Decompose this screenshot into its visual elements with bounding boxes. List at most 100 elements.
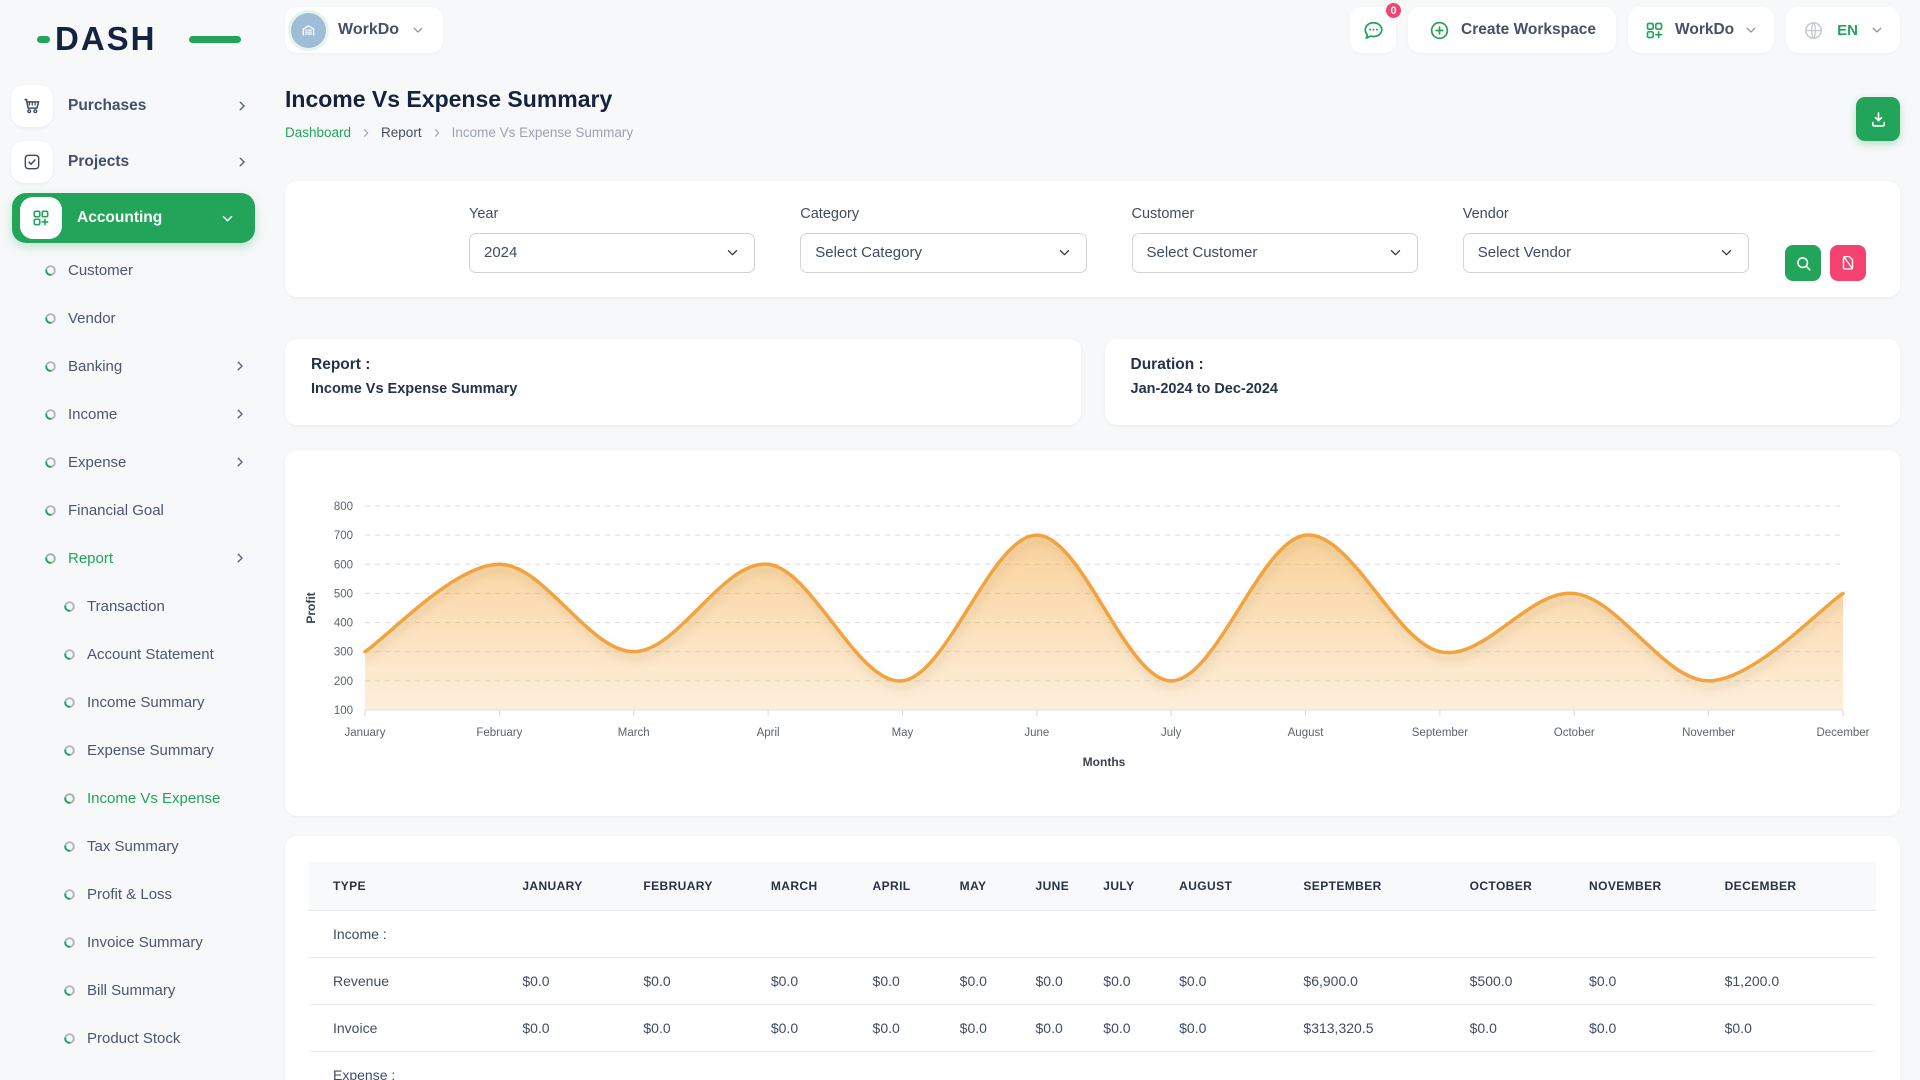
sidebar-item-cash-flow[interactable]: Cash Flow: [0, 1062, 285, 1080]
sidebar-top-items: PurchasesProjects: [0, 78, 285, 190]
sidebar-item-banking[interactable]: Banking: [0, 342, 285, 390]
table-head: TYPEJANUARYFEBRUARYMARCHAPRILMAYJUNEJULY…: [309, 862, 1876, 911]
filter-label: Year: [469, 206, 755, 222]
sidebar-item-purchases[interactable]: Purchases: [0, 78, 285, 134]
cell-value: $0.0: [512, 958, 633, 1005]
cell-value: $500.0: [1460, 958, 1579, 1005]
create-workspace-label: Create Workspace: [1461, 21, 1596, 39]
language-selector[interactable]: EN: [1786, 7, 1900, 53]
year-select[interactable]: 2024: [469, 233, 755, 273]
svg-text:600: 600: [334, 559, 353, 571]
selected-value: 2024: [484, 244, 517, 261]
breadcrumb-item-dashboard[interactable]: Dashboard: [285, 125, 351, 140]
sidebar-item-tax-summary[interactable]: Tax Summary: [0, 822, 285, 870]
cell-value: $0.0: [863, 958, 950, 1005]
file-slash-icon: [1839, 254, 1857, 272]
svg-text:April: April: [757, 727, 780, 739]
download-icon: [1868, 109, 1889, 130]
sidebar-item-label: Profit & Loss: [87, 886, 172, 903]
svg-text:November: November: [1682, 727, 1735, 739]
sidebar-item-product-stock[interactable]: Product Stock: [0, 1014, 285, 1062]
filter-label: Vendor: [1463, 206, 1749, 222]
logo-dash: [189, 36, 241, 43]
chevron-down-icon: [1057, 245, 1072, 260]
create-workspace-button[interactable]: Create Workspace: [1408, 7, 1616, 53]
app-logo[interactable]: DASH: [55, 20, 215, 60]
sidebar-item-label: Tax Summary: [87, 838, 179, 855]
sidebar-item-financial-goal[interactable]: Financial Goal: [0, 486, 285, 534]
sidebar-item-customer[interactable]: Customer: [0, 246, 285, 294]
donut-bullet-icon: [63, 1032, 76, 1045]
selected-value: Select Customer: [1147, 244, 1258, 261]
vendor-select[interactable]: Select Vendor: [1463, 233, 1749, 273]
profit-chart: 100200300400500600700800JanuaryFebruaryM…: [285, 450, 1900, 810]
filter-fields: Year 2024 CategorySelect Category Customer S…: [469, 206, 1749, 273]
chevron-right-icon: [233, 551, 247, 565]
sidebar-item-profit-loss[interactable]: Profit & Loss: [0, 870, 285, 918]
sidebar-item-report[interactable]: Report: [0, 534, 285, 582]
logo-dot: [37, 36, 50, 43]
filter-actions: [1785, 245, 1866, 281]
cell-value: $0.0: [761, 1005, 863, 1052]
svg-text:300: 300: [334, 647, 353, 659]
sidebar-item-income-summary[interactable]: Income Summary: [0, 678, 285, 726]
donut-bullet-icon: [63, 888, 76, 901]
cell-value: $0.0: [1715, 1005, 1876, 1052]
cell-value: $0.0: [950, 1005, 1026, 1052]
column-header-july: JULY: [1093, 862, 1169, 911]
chevron-right-icon: [360, 127, 372, 139]
breadcrumb-item-report[interactable]: Report: [381, 125, 422, 140]
sidebar-item-transaction[interactable]: Transaction: [0, 582, 285, 630]
column-header-august: AUGUST: [1169, 862, 1293, 911]
sidebar-item-income[interactable]: Income: [0, 390, 285, 438]
filter-field-category: CategorySelect Category: [800, 206, 1086, 273]
donut-bullet-icon: [63, 744, 76, 757]
sidebar-item-bill-summary[interactable]: Bill Summary: [0, 966, 285, 1014]
column-header-december: DECEMBER: [1715, 862, 1876, 911]
filter-field-year: Year 2024: [469, 206, 755, 273]
svg-text:500: 500: [334, 588, 353, 600]
chevron-right-icon: [233, 359, 247, 373]
sidebar: DASH PurchasesProjects Accounting Custom…: [0, 0, 285, 1080]
sidebar-item-label: Transaction: [87, 598, 165, 615]
svg-text:March: March: [618, 727, 650, 739]
sidebar-item-income-vs-expense[interactable]: Income Vs Expense: [0, 774, 285, 822]
sidebar-item-account-statement[interactable]: Account Statement: [0, 630, 285, 678]
checkbox-icon: [11, 141, 53, 183]
cell-value: $6,900.0: [1293, 958, 1459, 1005]
sidebar-item-expense-summary[interactable]: Expense Summary: [0, 726, 285, 774]
row-type: Revenue: [309, 958, 512, 1005]
category-select[interactable]: Select Category: [800, 233, 1086, 273]
page-title: Income Vs Expense Summary: [285, 86, 633, 113]
sidebar-item-projects[interactable]: Projects: [0, 134, 285, 190]
cell-value: $0.0: [1579, 1005, 1715, 1052]
sidebar-item-vendor[interactable]: Vendor: [0, 294, 285, 342]
svg-text:May: May: [892, 727, 914, 739]
sidebar-item-label: Bill Summary: [87, 982, 175, 999]
workspace-menu[interactable]: WorkDo: [1628, 7, 1774, 53]
reset-filter-button[interactable]: [1830, 245, 1866, 281]
table-body: Income :Revenue$0.0$0.0$0.0$0.0$0.0$0.0$…: [309, 911, 1876, 1080]
filter-label: Customer: [1132, 206, 1418, 222]
download-button[interactable]: [1856, 97, 1900, 141]
cell-value: $0.0: [1093, 958, 1169, 1005]
sidebar-item-label: Report: [68, 550, 113, 567]
svg-text:September: September: [1412, 727, 1468, 739]
workspace-switcher[interactable]: WorkDo: [285, 7, 443, 53]
sidebar-item-expense[interactable]: Expense: [0, 438, 285, 486]
sidebar-item-label: Accounting: [77, 209, 162, 227]
cell-value: $0.0: [1026, 958, 1094, 1005]
sidebar-item-label: Expense: [68, 454, 126, 471]
sidebar-item-invoice-summary[interactable]: Invoice Summary: [0, 918, 285, 966]
chevron-right-icon: [233, 455, 247, 469]
cell-value: $0.0: [1460, 1005, 1579, 1052]
summary-cards: Report : Income Vs Expense Summary Durat…: [285, 339, 1900, 425]
logo-text: DASH: [55, 20, 157, 57]
sidebar-item-accounting[interactable]: Accounting: [12, 193, 255, 243]
apply-filter-button[interactable]: [1785, 245, 1821, 281]
table-section-row-expense: Expense :: [309, 1052, 1876, 1080]
customer-select[interactable]: Select Customer: [1132, 233, 1418, 273]
donut-bullet-icon: [44, 552, 57, 565]
svg-text:July: July: [1161, 727, 1182, 739]
messages-button[interactable]: 0: [1350, 7, 1396, 53]
